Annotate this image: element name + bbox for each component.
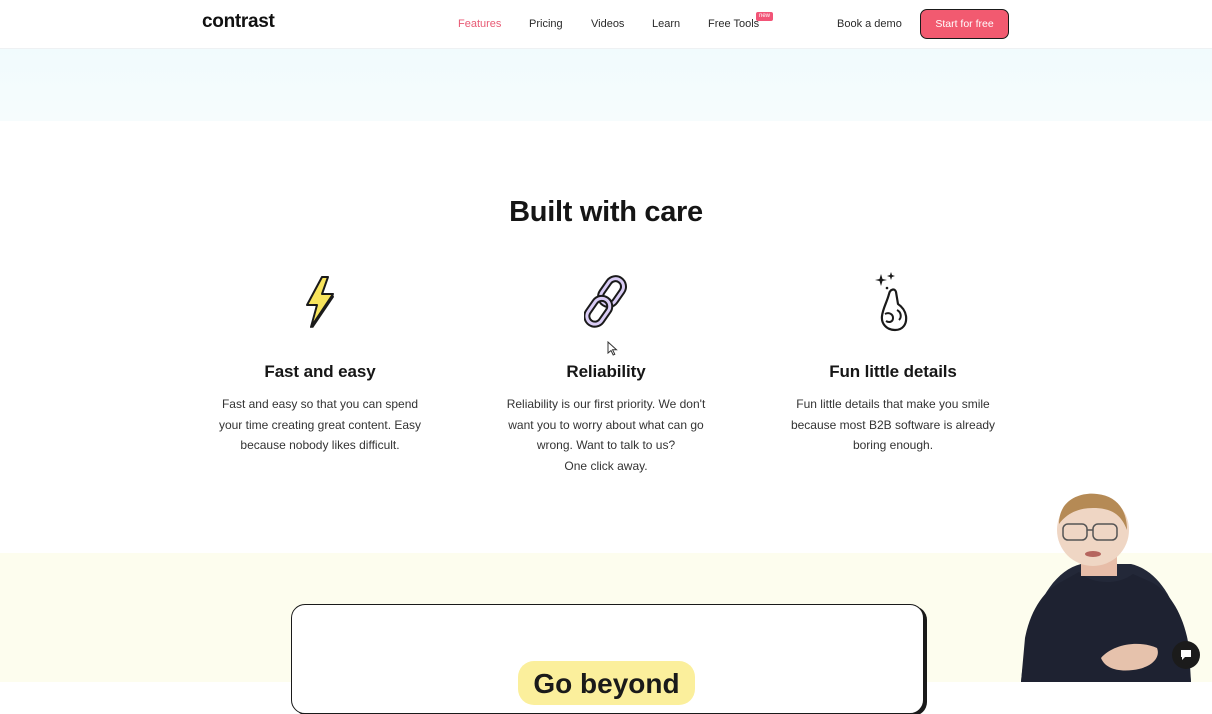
hero-bottom-band (0, 49, 1212, 121)
nav-link-pricing[interactable]: Pricing (529, 18, 563, 30)
feature-card-reliability: Reliability Reliability is our first pri… (486, 268, 726, 476)
chat-icon[interactable] (1172, 641, 1200, 669)
feature-card-fast: Fast and easy Fast and easy so that you … (200, 268, 440, 456)
book-demo-link[interactable]: Book a demo (837, 18, 902, 30)
new-badge: new (756, 12, 774, 21)
mouse-cursor-icon (607, 340, 618, 361)
go-beyond-heading: Go beyond (518, 661, 695, 705)
presenter-webcam-overlay (1021, 488, 1191, 682)
finger-snap-sparkle-icon (773, 268, 1013, 336)
feature-title: Fast and easy (264, 362, 376, 381)
contrast-logo[interactable]: contrast (202, 11, 275, 33)
feature-card-details: Fun little details Fun little details th… (773, 268, 1013, 456)
top-nav: contrast Features Pricing Videos Learn F… (0, 0, 1212, 49)
lightning-icon (200, 268, 440, 336)
feature-title: Reliability (566, 362, 646, 381)
nav-link-free-tools[interactable]: Free Tools (708, 18, 759, 30)
feature-description: Fast and easy so that you can spend your… (218, 397, 422, 452)
feature-description: Fun little details that make you smile b… (790, 397, 996, 452)
nav-link-learn[interactable]: Learn (652, 18, 680, 30)
section-title: Built with care (509, 196, 703, 228)
feature-description: Reliability is our first priority. We do… (506, 397, 706, 473)
nav-link-features[interactable]: Features (458, 18, 501, 30)
start-for-free-button[interactable]: Start for free (920, 9, 1009, 39)
chain-link-icon (486, 268, 726, 336)
feature-title: Fun little details (829, 362, 957, 381)
nav-link-videos[interactable]: Videos (591, 18, 624, 30)
